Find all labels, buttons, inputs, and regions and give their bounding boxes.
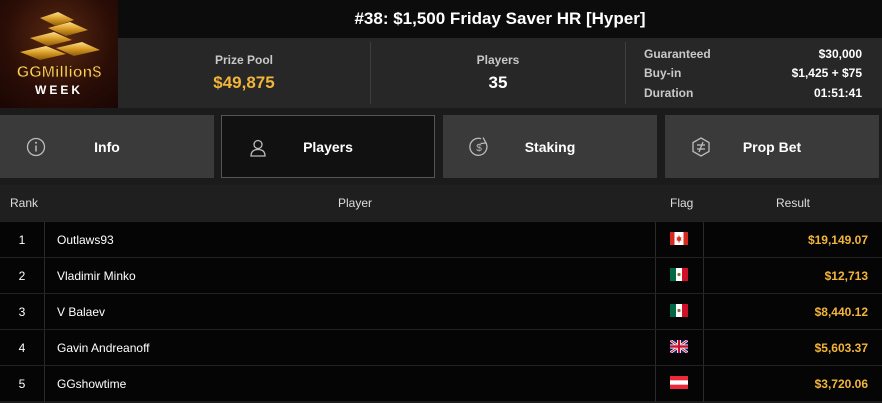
row-rank: 4 <box>18 341 26 355</box>
cell-divider <box>655 294 656 330</box>
cell-divider <box>655 366 656 402</box>
players-count-block: Players 35 <box>371 38 625 108</box>
flag-mexico-icon <box>670 304 688 317</box>
table-row[interactable]: 3 V Balaev $8,440.12 <box>0 293 882 330</box>
svg-text:$: $ <box>476 143 482 154</box>
row-rank: 1 <box>18 233 26 247</box>
row-player-name: Outlaws93 <box>57 233 114 247</box>
cell-divider <box>44 366 45 402</box>
cell-divider <box>703 258 704 294</box>
person-icon <box>250 139 266 157</box>
duration-value: 01:51:41 <box>813 85 862 100</box>
row-player-name: V Balaev <box>57 305 106 319</box>
cell-divider <box>703 294 704 330</box>
buyin-label: Buy-in <box>644 66 682 81</box>
players-count-value: 35 <box>488 73 508 92</box>
cell-divider <box>703 366 704 402</box>
row-player-name: Vladimir Minko <box>57 269 136 283</box>
flag-canada-icon <box>670 232 688 245</box>
logo-sub-text: WEEK <box>35 83 83 97</box>
flag-mexico-icon <box>670 268 688 281</box>
column-header-result[interactable]: Result <box>776 196 810 210</box>
column-header-player[interactable]: Player <box>338 196 372 210</box>
table-row[interactable]: 4 Gavin Andreanoff $5,603.37 <box>0 329 882 366</box>
tournament-logo: GGMillion$ WEEK <box>0 0 118 108</box>
stats-panel: Prize Pool $49,875 Players 35 Guaranteed… <box>118 38 882 108</box>
row-rank: 5 <box>18 377 26 391</box>
flag-austria-icon <box>670 376 688 389</box>
cell-divider <box>44 294 45 330</box>
duration-label: Duration <box>644 85 694 100</box>
prize-pool-block: Prize Pool $49,875 <box>118 38 370 108</box>
prize-pool-value: $49,875 <box>213 73 275 92</box>
row-result: $12,713 <box>824 269 868 283</box>
row-player-name: GGshowtime <box>57 377 127 391</box>
logo-name-text: GGMillion$ <box>17 64 102 81</box>
cell-divider <box>703 330 704 366</box>
cell-divider <box>44 258 45 294</box>
row-result: $3,720.06 <box>814 377 868 391</box>
stats-divider <box>625 42 626 104</box>
cell-divider <box>44 330 45 366</box>
row-player-name: Gavin Andreanoff <box>57 341 150 355</box>
table-row[interactable]: 2 Vladimir Minko $12,713 <box>0 257 882 294</box>
flag-united-kingdom-icon <box>670 340 688 353</box>
guaranteed-row: Guaranteed $30,000 <box>644 44 862 64</box>
cell-divider <box>655 258 656 294</box>
row-rank: 2 <box>18 269 26 283</box>
prize-pool-label: Prize Pool <box>214 53 273 67</box>
players-count-label: Players <box>476 53 520 67</box>
tab-players[interactable]: Players <box>221 115 435 178</box>
cell-divider <box>703 222 704 258</box>
row-result: $8,440.12 <box>814 305 868 319</box>
prop-bet-icon <box>692 137 710 157</box>
tournament-title: #38: $1,500 Friday Saver HR [Hyper] <box>354 9 646 28</box>
row-result: $19,149.07 <box>807 233 868 247</box>
dollar-coin-icon: $ <box>469 137 488 156</box>
cell-divider <box>655 222 656 258</box>
guaranteed-value: $30,000 <box>818 46 862 61</box>
buyin-row: Buy-in $1,425 + $75 <box>644 64 862 84</box>
buyin-value: $1,425 + $75 <box>791 66 862 81</box>
players-table: Rank Player Flag Result 1 Outlaws93 $19,… <box>0 185 882 402</box>
duration-row: Duration 01:51:41 <box>644 83 862 103</box>
tournament-title-bar: #38: $1,500 Friday Saver HR [Hyper] <box>118 0 882 38</box>
gold-bars-logo-icon: GGMillion$ WEEK <box>16 12 102 97</box>
column-header-flag[interactable]: Flag <box>670 196 693 210</box>
guaranteed-label: Guaranteed <box>644 46 711 61</box>
tab-info[interactable]: Info <box>0 115 214 178</box>
cell-divider <box>655 330 656 366</box>
row-rank: 3 <box>18 305 26 319</box>
cell-divider <box>44 222 45 258</box>
tab-staking[interactable]: $ Staking <box>443 115 657 178</box>
table-header: Rank Player Flag Result <box>0 185 882 221</box>
info-icon <box>26 137 46 157</box>
tab-prop-bet[interactable]: Prop Bet <box>665 115 879 178</box>
tournament-details: Guaranteed $30,000 Buy-in $1,425 + $75 D… <box>644 44 862 103</box>
row-result: $5,603.37 <box>814 341 868 355</box>
column-header-rank[interactable]: Rank <box>10 196 38 210</box>
table-row[interactable]: 1 Outlaws93 $19,149.07 <box>0 221 882 258</box>
table-row[interactable]: 5 GGshowtime $3,720.06 <box>0 365 882 402</box>
